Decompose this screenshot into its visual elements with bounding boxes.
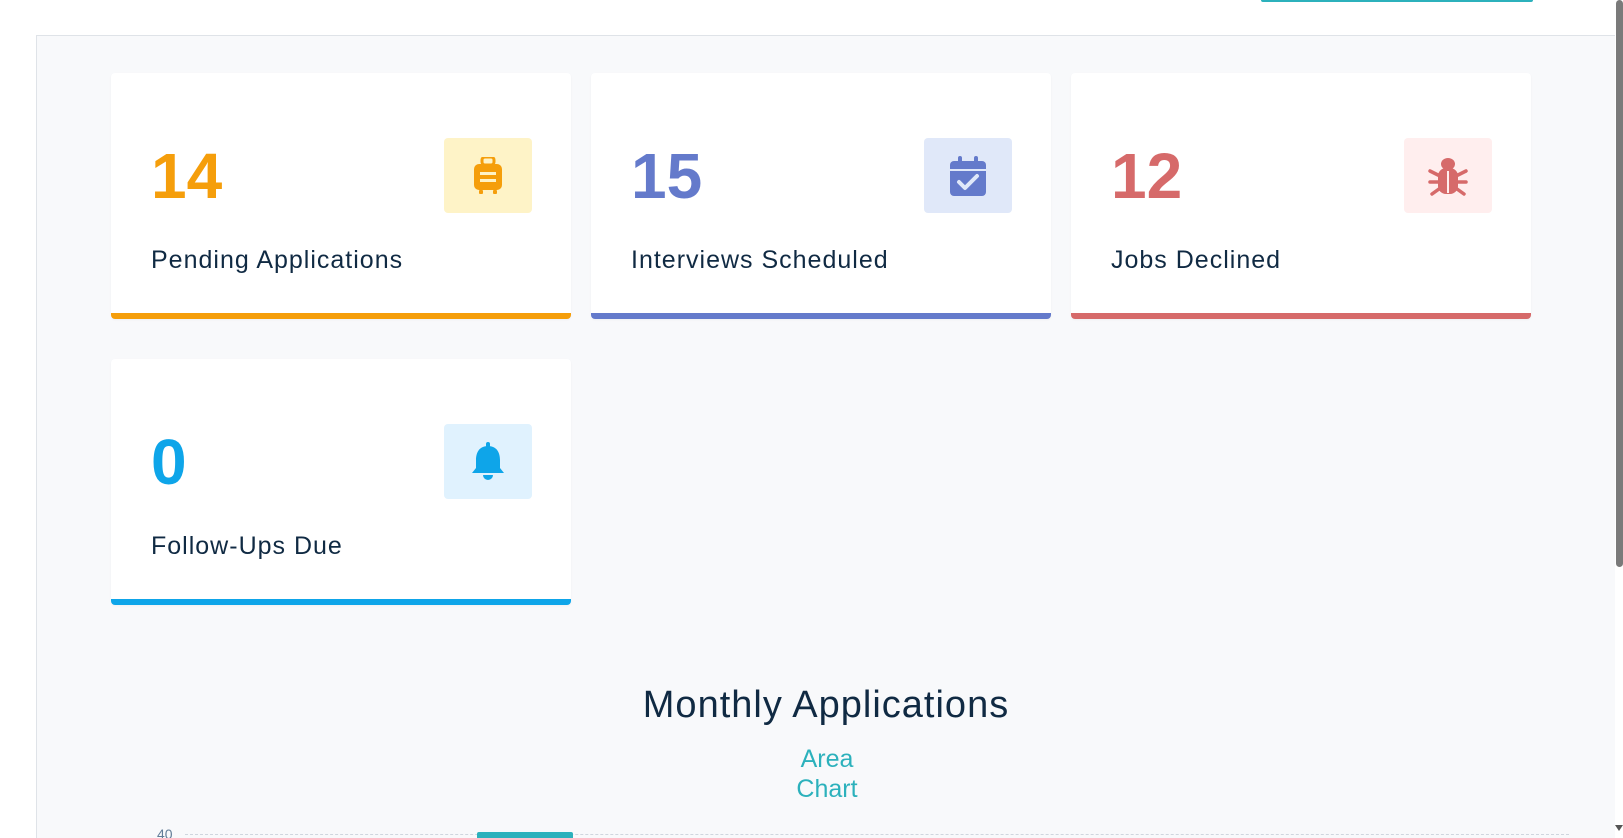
- chart-gridline: [185, 834, 1569, 835]
- bug-icon-box: [1404, 138, 1492, 213]
- stat-label: Interviews Scheduled: [631, 246, 889, 274]
- stat-value: 14: [151, 140, 223, 212]
- vertical-scrollbar[interactable]: [1615, 0, 1623, 837]
- chart-type-toggle-button[interactable]: Area Chart: [767, 744, 887, 804]
- calendar-check-icon: [950, 155, 986, 196]
- dashboard-main: 14 Pending Applications 15 Interviews Sc…: [36, 35, 1615, 838]
- bell-icon: [472, 441, 504, 480]
- stat-label: Jobs Declined: [1111, 246, 1282, 274]
- stat-label: Pending Applications: [151, 246, 404, 274]
- bug-icon: [1428, 157, 1468, 196]
- stat-card-pending: 14 Pending Applications: [111, 73, 571, 319]
- stat-underline: [111, 599, 571, 605]
- suitcase-icon: [474, 156, 502, 194]
- calendar-check-icon-box: [924, 138, 1012, 213]
- top-navbar: [0, 0, 1623, 35]
- stat-value: 12: [1111, 140, 1183, 212]
- navbar-button-edge[interactable]: [1261, 0, 1533, 2]
- y-axis-tick-label: 40: [157, 826, 173, 838]
- stat-underline: [111, 313, 571, 319]
- stat-value: 15: [631, 140, 703, 212]
- chart-title: Monthly Applications: [642, 684, 1010, 726]
- scrollbar-thumb[interactable]: [1616, 0, 1623, 567]
- stat-underline: [1071, 313, 1531, 319]
- suitcase-icon-box: [444, 138, 532, 213]
- stat-label: Follow-Ups Due: [151, 532, 343, 560]
- stat-card-interviews: 15 Interviews Scheduled: [591, 73, 1051, 319]
- stat-underline: [591, 313, 1051, 319]
- scroll-down-arrow-icon[interactable]: [1615, 825, 1623, 831]
- stat-value: 0: [151, 426, 187, 498]
- area-chart: 40: [37, 822, 1615, 838]
- stat-card-followups: 0 Follow-Ups Due: [111, 359, 571, 605]
- bell-icon-box: [444, 424, 532, 499]
- chart-area-mark: [477, 832, 573, 838]
- stat-card-declined: 12 Jobs Declined: [1071, 73, 1531, 319]
